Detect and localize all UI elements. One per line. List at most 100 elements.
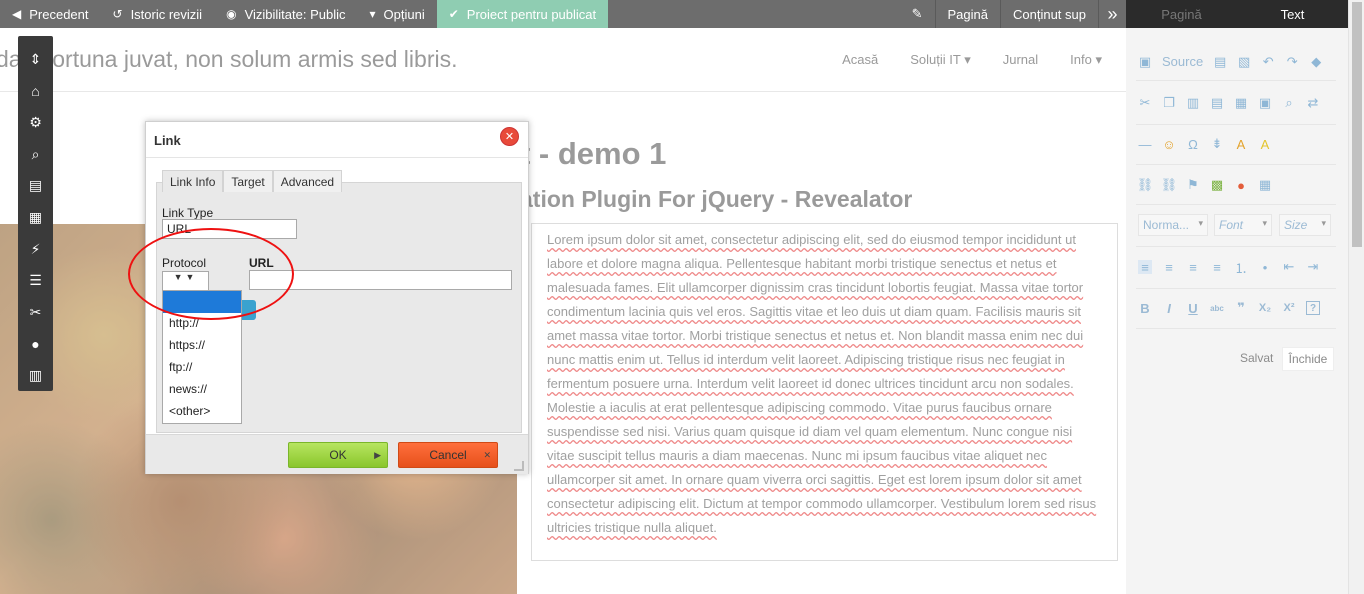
- page-break-icon[interactable]: ⇟: [1210, 136, 1224, 151]
- publish-draft-button[interactable]: ✔ Proiect pentru publicat: [436, 0, 609, 28]
- nav-item-acasa[interactable]: Acasă: [842, 52, 878, 68]
- find-icon[interactable]: ⌕: [1282, 95, 1296, 110]
- panel-divider: [1136, 288, 1336, 289]
- nav-item-info[interactable]: Info ▾: [1070, 52, 1102, 68]
- site-tagline: da s fortuna juvat, non solum armis sed …: [0, 46, 458, 72]
- page-title: t - demo 1: [520, 136, 667, 171]
- bullet-list-icon[interactable]: •: [1258, 260, 1272, 275]
- visibility-label: Vizibilitate: Public: [244, 6, 346, 22]
- tab-text[interactable]: Text: [1237, 0, 1348, 28]
- unlink-icon[interactable]: ⛓: [1161, 177, 1178, 192]
- edit-pencil-button[interactable]: ✎: [900, 0, 935, 28]
- dialog-footer: OK ▶ Cancel ✕: [146, 434, 528, 474]
- font-select[interactable]: Font ▾: [1214, 214, 1272, 236]
- grid-icon[interactable]: ▦: [18, 202, 53, 234]
- bold-icon[interactable]: B: [1138, 301, 1152, 316]
- align-justify-icon[interactable]: ≡: [1210, 260, 1224, 275]
- move-tool-icon[interactable]: ⇕: [18, 44, 53, 76]
- ok-button[interactable]: OK ▶: [288, 442, 388, 468]
- site-header: da s fortuna juvat, non solum armis sed …: [0, 28, 1126, 92]
- search-icon[interactable]: ⌕: [18, 139, 53, 171]
- subscript-icon[interactable]: X₂: [1258, 301, 1272, 315]
- align-left-icon[interactable]: ≡: [1138, 260, 1152, 275]
- text-block[interactable]: Lorem ipsum dolor sit amet, consectetur …: [531, 223, 1118, 561]
- toolbar-row-4: ⛓ ⛓ ⚑ ▩ ● ▦: [1137, 177, 1272, 193]
- history-label: Istoric revizii: [130, 6, 203, 22]
- tab-target[interactable]: Target: [223, 170, 273, 192]
- paste-text-icon[interactable]: ▤: [1210, 95, 1224, 110]
- protocol-option[interactable]: <other>: [163, 401, 241, 423]
- tab-advanced[interactable]: Advanced: [272, 170, 343, 192]
- indent-icon[interactable]: ⇥: [1306, 259, 1320, 274]
- close-icon[interactable]: ✕: [500, 127, 519, 146]
- numbered-list-icon[interactable]: ⒈: [1234, 260, 1248, 276]
- history-button[interactable]: ↺ Istoric revizii: [101, 0, 215, 28]
- page-scrollbar[interactable]: [1348, 0, 1364, 594]
- size-select[interactable]: Size ▾: [1279, 214, 1331, 236]
- visibility-button[interactable]: ◉ Vizibilitate: Public: [214, 0, 357, 28]
- previous-button[interactable]: ◀ Precedent: [0, 0, 101, 28]
- chart-icon[interactable]: ▥: [18, 359, 53, 391]
- options-button[interactable]: ▾ Opțiuni: [357, 0, 436, 28]
- undo-icon[interactable]: ↶: [1261, 54, 1275, 69]
- anchor-flag-icon[interactable]: ⚑: [1186, 177, 1200, 192]
- nav-item-jurnal[interactable]: Jurnal: [1003, 52, 1038, 68]
- close-small-icon: ✕: [483, 449, 491, 460]
- resize-grip-icon[interactable]: [514, 461, 524, 471]
- italic-icon[interactable]: I: [1162, 301, 1176, 316]
- home-icon[interactable]: ⌂: [18, 76, 53, 108]
- align-center-icon[interactable]: ≡: [1162, 260, 1176, 275]
- source-icon[interactable]: ▣: [1138, 54, 1152, 69]
- gear-icon[interactable]: ⚙: [18, 107, 53, 139]
- tab-link-info[interactable]: Link Info: [162, 170, 224, 192]
- sliders-icon[interactable]: ☰: [18, 265, 53, 297]
- protocol-option[interactable]: news://: [163, 379, 241, 401]
- panel-divider: [1136, 80, 1336, 81]
- previous-label: Precedent: [29, 6, 89, 22]
- replace-icon[interactable]: ⇄: [1306, 95, 1320, 110]
- page-button[interactable]: Pagină: [934, 0, 1000, 28]
- nav-item-solutii[interactable]: Soluții IT ▾: [910, 52, 970, 68]
- scrollbar-thumb[interactable]: [1352, 2, 1362, 247]
- align-right-icon[interactable]: ≡: [1186, 260, 1200, 275]
- horizontal-line-icon[interactable]: —: [1138, 137, 1152, 152]
- collapse-panel-button[interactable]: »: [1098, 0, 1126, 28]
- outdent-icon[interactable]: ⇤: [1282, 259, 1296, 274]
- plug-icon[interactable]: ⚡: [18, 233, 53, 265]
- close-editor-button[interactable]: Închide: [1282, 347, 1334, 371]
- omega-icon[interactable]: Ω: [1186, 137, 1200, 152]
- templates-icon[interactable]: ▧: [1237, 54, 1251, 69]
- document-icon[interactable]: ▤: [1213, 54, 1227, 69]
- bg-color-icon[interactable]: A: [1258, 137, 1272, 152]
- format-select[interactable]: Norma... ▾: [1138, 214, 1208, 236]
- flash-icon[interactable]: ●: [1234, 178, 1248, 193]
- content-button[interactable]: Conținut sup: [1000, 0, 1098, 28]
- underline-icon[interactable]: U: [1186, 301, 1200, 316]
- help-icon[interactable]: ?: [1306, 301, 1320, 315]
- cut-icon[interactable]: ✂: [1138, 95, 1152, 110]
- image-icon[interactable]: ▩: [1210, 177, 1224, 192]
- paste-word-icon[interactable]: ▦: [1234, 95, 1248, 110]
- eraser-icon[interactable]: ◆: [1309, 54, 1323, 69]
- redo-icon[interactable]: ↷: [1285, 54, 1299, 69]
- tab-page[interactable]: Pagină: [1126, 0, 1237, 28]
- cancel-button[interactable]: Cancel ✕: [398, 442, 498, 468]
- source-button[interactable]: Source: [1162, 54, 1203, 69]
- user-icon[interactable]: ●: [18, 328, 53, 360]
- copy-icon[interactable]: ❐: [1162, 95, 1176, 110]
- smiley-icon[interactable]: ☺: [1162, 137, 1176, 152]
- paste-icon[interactable]: ▥: [1186, 95, 1200, 110]
- text-color-icon[interactable]: A: [1234, 137, 1248, 152]
- table-icon[interactable]: ▦: [1258, 177, 1272, 192]
- select-all-icon[interactable]: ▣: [1258, 95, 1272, 110]
- wrench-icon[interactable]: ✂: [18, 296, 53, 328]
- protocol-option[interactable]: https://: [163, 335, 241, 357]
- protocol-option[interactable]: ftp://: [163, 357, 241, 379]
- toolbar-row-style: B I U abc ❞ X₂ X² ?: [1138, 300, 1320, 316]
- blockquote-icon[interactable]: ❞: [1234, 300, 1248, 315]
- caret-down-icon: ▾: [369, 7, 376, 21]
- link-icon[interactable]: ⛓: [1137, 177, 1154, 192]
- superscript-icon[interactable]: X²: [1282, 301, 1296, 315]
- strikethrough-icon[interactable]: abc: [1210, 301, 1224, 315]
- document-icon[interactable]: ▤: [18, 170, 53, 202]
